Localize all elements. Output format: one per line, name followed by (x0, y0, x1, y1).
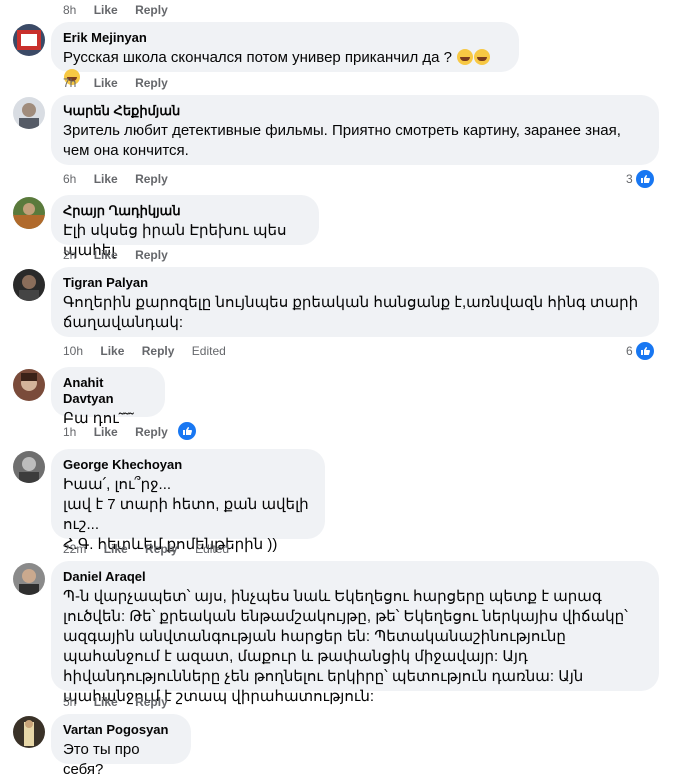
reply-button[interactable]: Reply (135, 695, 168, 709)
comment-author[interactable]: George Khechoyan (63, 457, 313, 473)
comment-time[interactable]: 22m (63, 542, 86, 556)
avatar[interactable] (13, 197, 45, 229)
reaction-count-value: 6 (626, 344, 633, 358)
like-reaction-icon (634, 341, 655, 361)
reaction-count-value: 3 (626, 172, 633, 186)
comment-time[interactable]: 5h (63, 695, 76, 709)
avatar[interactable] (13, 24, 45, 56)
reply-button[interactable]: Reply (135, 248, 168, 262)
comment-bubble: Anahit Davtyan Բա դու˜˜˜ (51, 367, 165, 427)
comment-actions: 6h Like Reply (63, 171, 182, 187)
reaction-count[interactable]: 3 (626, 169, 655, 189)
avatar[interactable] (13, 369, 45, 401)
comment-author[interactable]: Daniel Araqel (63, 569, 647, 585)
comment-time[interactable]: 10h (63, 344, 83, 358)
reaction-count[interactable]: 6 (626, 341, 655, 361)
comment-actions: 5h Like Reply (63, 694, 182, 710)
like-button[interactable]: Like (104, 542, 128, 556)
comment-actions: 8h Like Reply (63, 2, 182, 18)
like-reaction-icon (177, 421, 197, 441)
comment-actions: 22m Like Reply Edited (63, 541, 243, 557)
comment-author[interactable]: Vartan Pogosyan (63, 722, 179, 738)
comment-author[interactable]: Erik Mejinyan (63, 30, 507, 46)
comment-actions: 10h Like Reply Edited (63, 343, 240, 359)
comment-bubble: Erik Mejinyan Русская школа скончался по… (51, 22, 519, 85)
comment-actions: 7h Like Reply (63, 75, 182, 91)
like-button[interactable]: Like (94, 695, 118, 709)
comment-bubble: Daniel Araqel Պ-ն վարչապետ՝ այս, ինչպես … (51, 561, 659, 705)
reaction-count[interactable] (175, 421, 197, 441)
avatar[interactable] (13, 269, 45, 301)
like-reaction-icon (634, 169, 655, 189)
like-button[interactable]: Like (94, 248, 118, 262)
comment-time[interactable]: 8h (63, 3, 76, 17)
comment-time[interactable]: 2h (63, 248, 76, 262)
comment-time[interactable]: 1h (63, 425, 76, 439)
comment-text-body: Русская школа скончался потом универ при… (63, 49, 453, 66)
avatar[interactable] (13, 451, 45, 483)
comment-bubble: George Khechoyan Իաա՛, լու՞րջ... լավ է 7… (51, 449, 325, 553)
reply-button[interactable]: Reply (135, 172, 168, 186)
comment-text: Зритель любит детективные фильмы. Приятн… (63, 122, 626, 159)
edited-label: Edited (191, 344, 226, 358)
reply-button[interactable]: Reply (135, 425, 168, 439)
comment-bubble: Հրայր Ղադիկյան Էլի սկսեց իրան Էրեխու պես… (51, 195, 319, 259)
comment-time[interactable]: 6h (63, 172, 76, 186)
reply-button[interactable]: Reply (135, 3, 168, 17)
avatar[interactable] (13, 97, 45, 129)
reply-button[interactable]: Reply (135, 76, 168, 90)
comment-text: Это ты про себя? (63, 741, 144, 778)
reply-button[interactable]: Reply (142, 344, 175, 358)
like-button[interactable]: Like (94, 425, 118, 439)
comment-author[interactable]: Anahit Davtyan (63, 375, 153, 407)
reply-button[interactable]: Reply (145, 542, 178, 556)
like-button[interactable]: Like (94, 172, 118, 186)
comment-bubble: Tigran Palyan Գողերին քարոզելը նույնպես … (51, 267, 659, 337)
comment-author[interactable]: Հրայր Ղադիկյան (63, 203, 307, 219)
comment-text: Գողերին քարոզելը նույնպես քրեական հանցան… (63, 294, 643, 331)
laughing-emoji-icon (457, 49, 474, 65)
comment-bubble: Vartan Pogosyan Это ты про себя? (51, 714, 191, 778)
avatar[interactable] (13, 716, 45, 748)
comment-actions: 2h Like Reply (63, 247, 182, 263)
laughing-emoji-icon (474, 49, 491, 65)
comment-text: Պ-ն վարչապետ՝ այս, ինչպես նաև Եկեղեցու հ… (63, 588, 632, 705)
comment-author[interactable]: Կարեն Հեքիմյան (63, 103, 647, 119)
comment-actions: 1h Like Reply (63, 424, 182, 440)
like-button[interactable]: Like (100, 344, 124, 358)
comment-bubble: Կարեն Հեքիմյան Зритель любит детективные… (51, 95, 659, 165)
like-button[interactable]: Like (94, 76, 118, 90)
edited-label: Edited (195, 542, 230, 556)
comment-time[interactable]: 7h (63, 76, 76, 90)
like-button[interactable]: Like (94, 3, 118, 17)
avatar[interactable] (13, 563, 45, 595)
comment-author[interactable]: Tigran Palyan (63, 275, 647, 291)
